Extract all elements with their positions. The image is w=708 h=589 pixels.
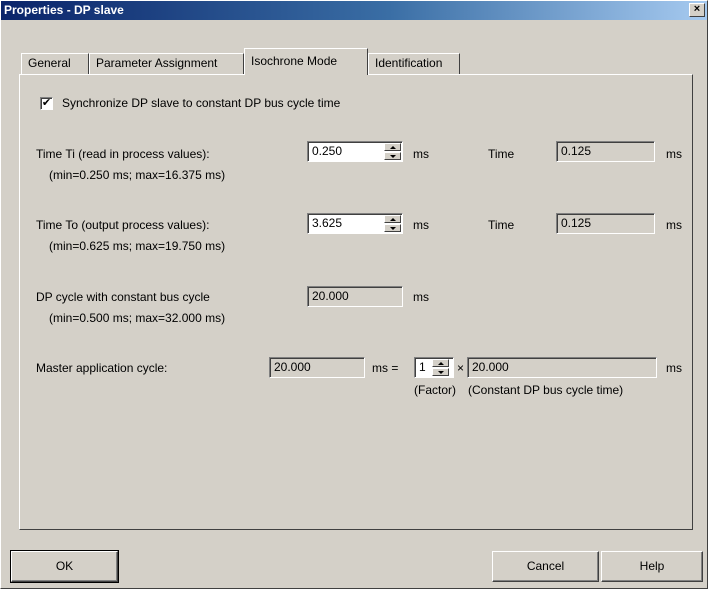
tab-parameter-assignment[interactable]: Parameter Assignment — [89, 53, 244, 74]
isochrone-mode-panel — [19, 74, 693, 530]
window-title: Properties - DP slave — [4, 3, 124, 17]
help-button[interactable]: Help — [601, 551, 703, 582]
tab-general[interactable]: General — [21, 53, 89, 74]
cancel-button[interactable]: Cancel — [492, 551, 599, 582]
tab-label: Parameter Assignment — [96, 56, 218, 70]
tab-label: General — [28, 56, 71, 70]
close-button[interactable]: × — [689, 3, 705, 17]
tab-identification[interactable]: Identification — [368, 53, 460, 74]
properties-dialog: Properties - DP slave × General Paramete… — [0, 0, 708, 589]
ok-button[interactable]: OK — [10, 550, 119, 583]
tab-label: Identification — [375, 56, 443, 70]
title-bar[interactable]: Properties - DP slave × — [1, 1, 707, 20]
tab-label: Isochrone Mode — [251, 54, 338, 68]
tab-isochrone-mode[interactable]: Isochrone Mode — [244, 48, 368, 75]
